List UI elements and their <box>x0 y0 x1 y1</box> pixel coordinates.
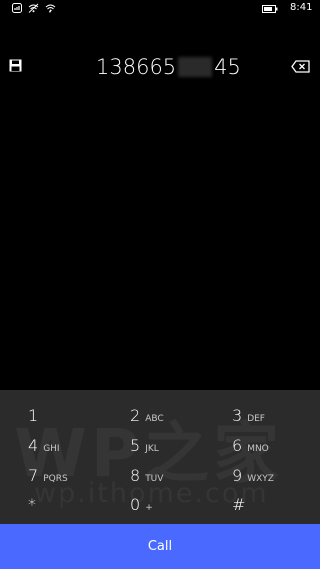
call-button[interactable]: Call <box>0 524 320 569</box>
key-9[interactable]: 9 WXYZ <box>232 466 320 494</box>
dial-keypad: WP之家 wp.ithome.com 1 2 ABC 3 DEF 4 GHI 5… <box>0 390 320 524</box>
key-letters: + <box>145 503 153 513</box>
key-digit: 8 <box>130 466 141 485</box>
key-digit: 5 <box>130 436 141 455</box>
battery-icon <box>262 5 278 13</box>
status-bar: 8:41 <box>0 0 320 18</box>
key-digit: 0 <box>130 495 141 514</box>
key-1[interactable]: 1 <box>28 406 118 434</box>
key-digit: 4 <box>28 436 39 455</box>
key-digit: 7 <box>28 466 39 485</box>
key-5[interactable]: 5 JKL <box>130 436 220 464</box>
key-0[interactable]: 0 + <box>130 495 220 523</box>
key-digit: # <box>232 495 246 514</box>
sync-icon <box>45 4 56 13</box>
key-digit: 6 <box>232 436 243 455</box>
key-8[interactable]: 8 TUV <box>130 466 220 494</box>
phone-number-suffix: 45 <box>214 55 241 79</box>
signal-icon <box>12 3 22 13</box>
call-button-label: Call <box>147 539 173 554</box>
phone-number-display: 138665 45 <box>96 55 241 79</box>
key-6[interactable]: 6 MNO <box>232 436 320 464</box>
key-star[interactable]: * <box>28 495 118 523</box>
key-digit: * <box>28 495 36 514</box>
key-letters: ABC <box>145 414 164 424</box>
key-2[interactable]: 2 ABC <box>130 406 220 434</box>
key-letters: DEF <box>247 414 265 424</box>
key-letters: PQRS <box>43 474 68 484</box>
backspace-icon[interactable] <box>291 60 310 73</box>
key-digit: 2 <box>130 406 141 425</box>
save-icon[interactable] <box>9 59 22 72</box>
key-digit: 3 <box>232 406 243 425</box>
key-letters: TUV <box>145 474 164 484</box>
key-hash[interactable]: # <box>232 495 320 523</box>
key-letters: MNO <box>247 444 269 454</box>
status-icons <box>12 3 56 13</box>
key-7[interactable]: 7 PQRS <box>28 466 118 494</box>
number-row: 138665 45 <box>0 52 320 82</box>
status-time: 8:41 <box>290 2 313 13</box>
key-letters: JKL <box>145 444 159 454</box>
wifi-icon <box>28 3 39 13</box>
key-3[interactable]: 3 DEF <box>232 406 320 434</box>
phone-number-prefix: 138665 <box>96 55 177 79</box>
key-digit: 1 <box>28 406 39 425</box>
key-letters: WXYZ <box>247 474 274 484</box>
key-digit: 9 <box>232 466 243 485</box>
key-4[interactable]: 4 GHI <box>28 436 118 464</box>
redacted-digits <box>178 57 213 77</box>
key-letters: GHI <box>43 444 60 454</box>
